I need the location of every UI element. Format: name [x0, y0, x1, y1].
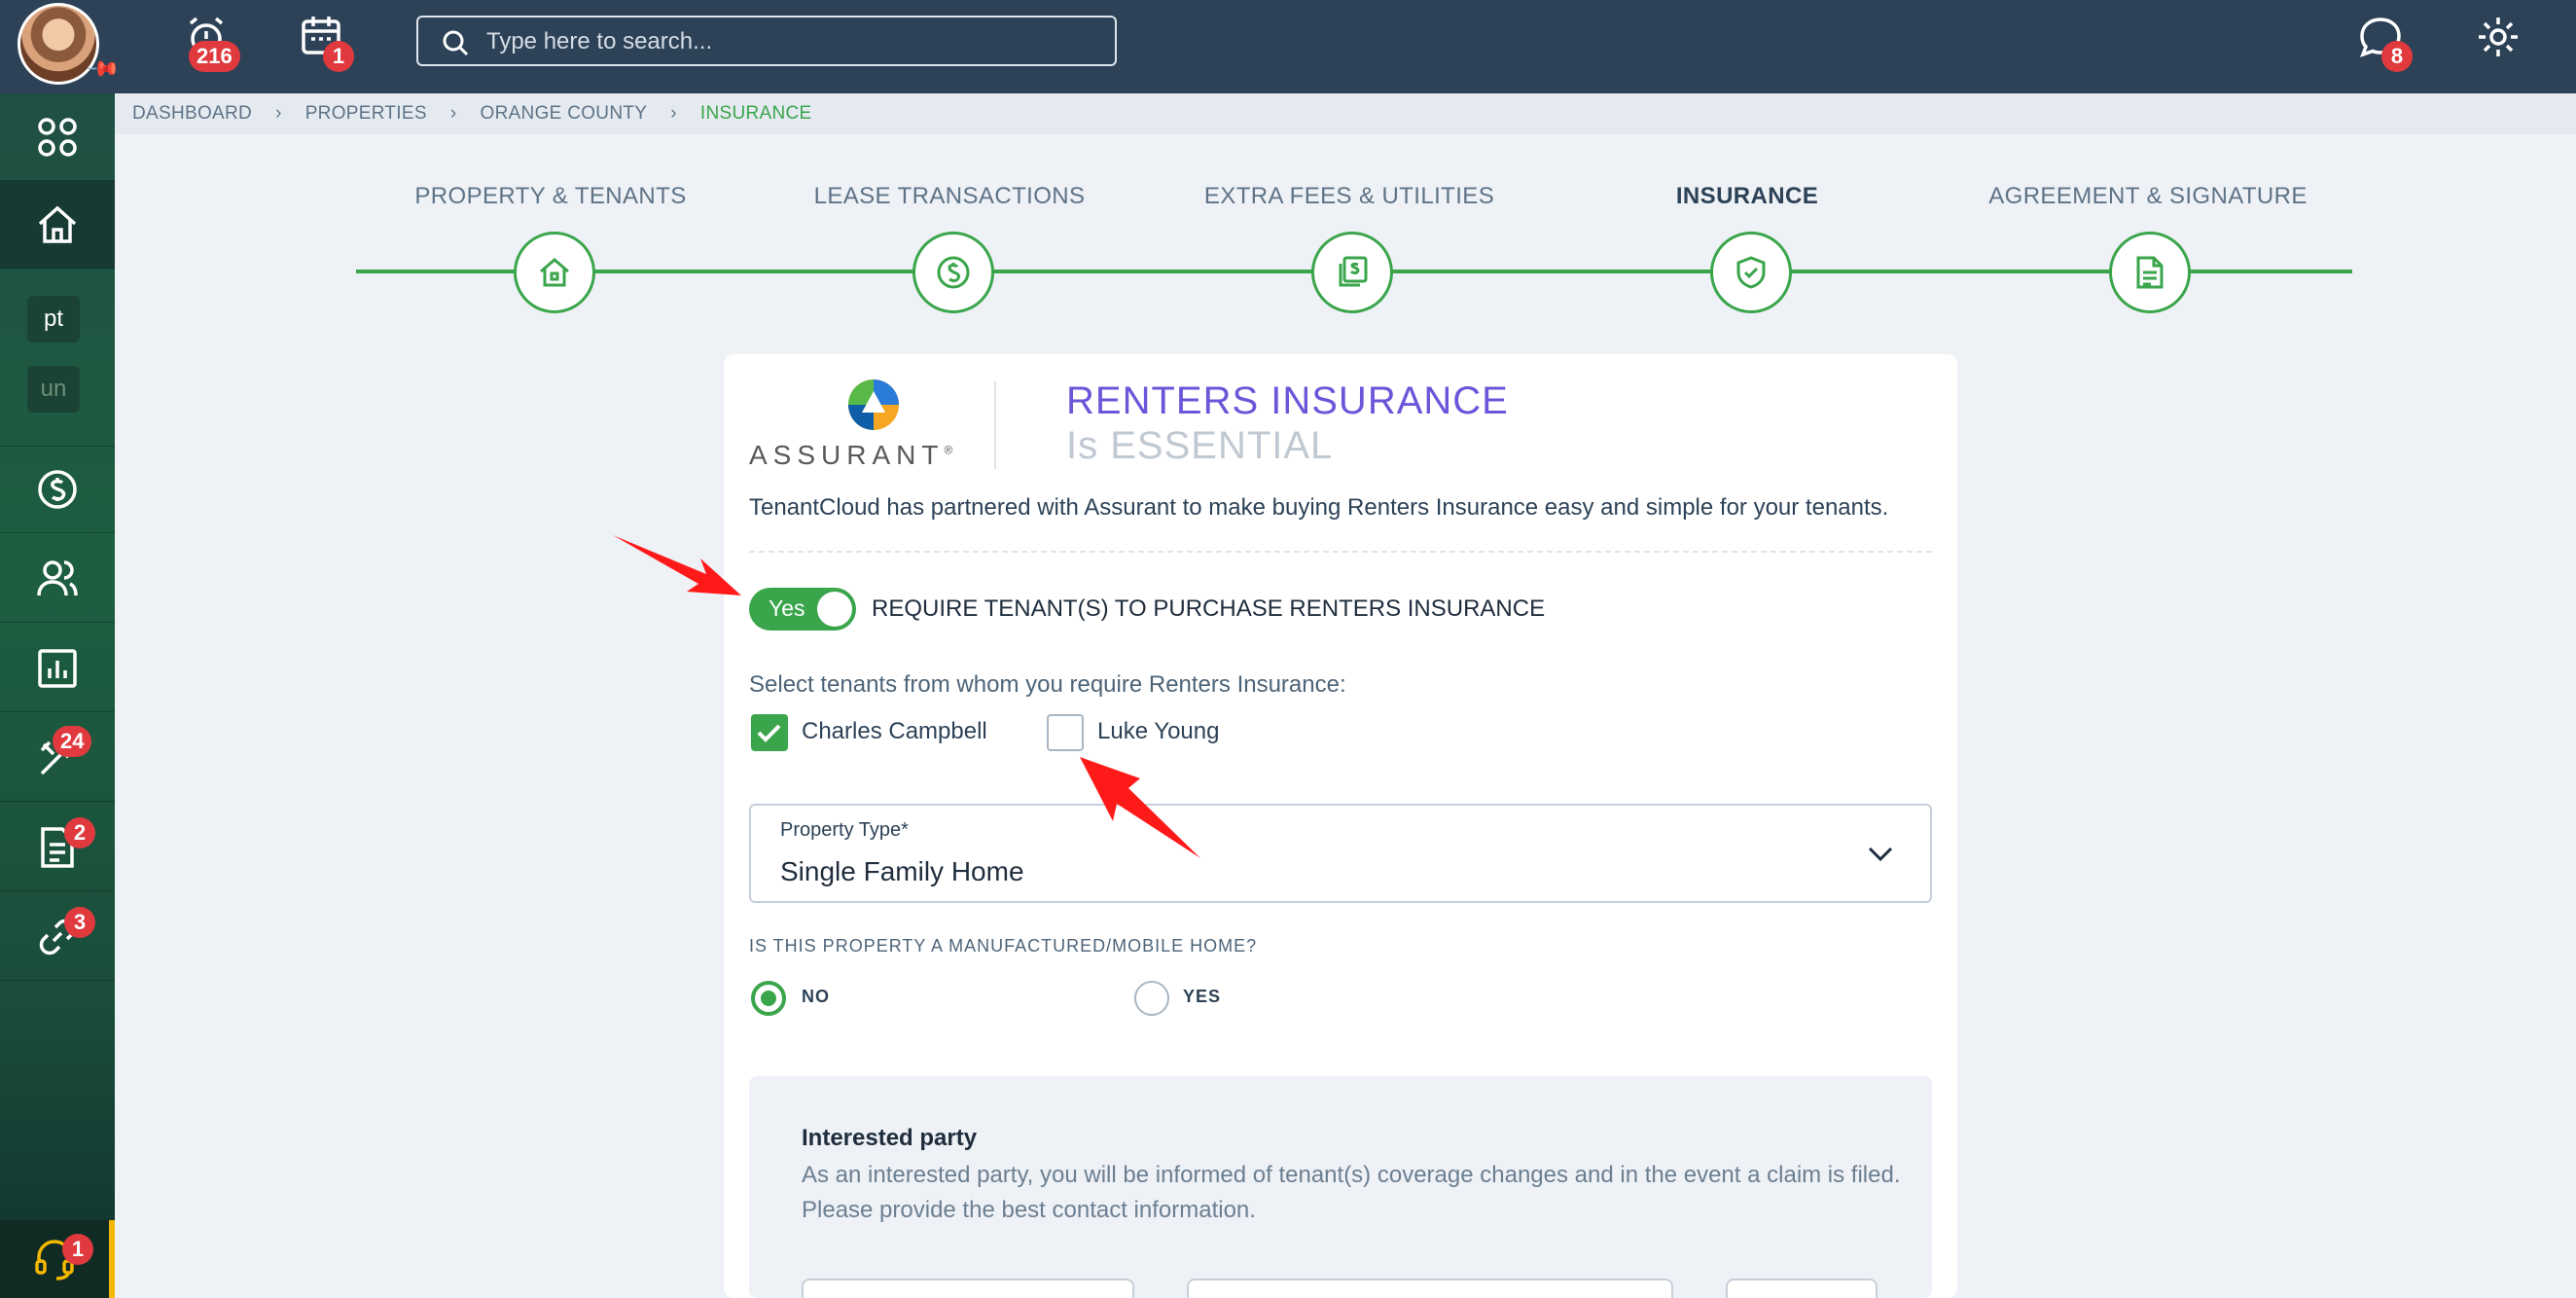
- sidebar-item-documents[interactable]: 2: [0, 804, 115, 891]
- search-box[interactable]: [416, 16, 1117, 66]
- tenant-name-luke-young[interactable]: Luke Young: [1097, 718, 1219, 745]
- documents-badge: 2: [64, 817, 95, 848]
- search-icon: [443, 30, 469, 56]
- top-bar: 📌 216 1 8: [0, 0, 2576, 93]
- assurant-logo-text: ASSURANT®: [749, 440, 953, 470]
- tenant-checkbox-charles-campbell[interactable]: [751, 714, 788, 751]
- gear-icon: [2479, 18, 2518, 56]
- interested-party-name-field[interactable]: [802, 1279, 1134, 1298]
- sidebar-item-payments[interactable]: [0, 446, 115, 533]
- checkmark-icon: [757, 724, 781, 742]
- renters-insurance-subtitle: Is ESSENTIAL: [1066, 424, 1334, 467]
- user-avatar[interactable]: [18, 3, 99, 85]
- breadcrumb-orange-county[interactable]: ORANGE COUNTY: [480, 103, 647, 125]
- bills-icon: [1339, 256, 1368, 287]
- mobile-home-radio-yes[interactable]: [1134, 981, 1169, 1016]
- interested-party-title: Interested party: [802, 1125, 978, 1151]
- renters-insurance-title: RENTERS INSURANCE: [1066, 379, 1509, 422]
- maintenance-badge: 24: [53, 726, 92, 757]
- dollar-icon: [38, 470, 77, 509]
- alerts-badge: 216: [189, 41, 240, 72]
- alerts-button[interactable]: 216: [183, 14, 240, 72]
- calendar-button[interactable]: 1: [300, 14, 354, 72]
- property-type-select[interactable]: Property Type* Single Family Home: [749, 804, 1932, 903]
- chevron-right-icon: ›: [449, 103, 457, 124]
- step-extra-fees[interactable]: [1311, 232, 1393, 313]
- step-lease-transactions[interactable]: [912, 232, 994, 313]
- toggle-knob: [817, 592, 852, 627]
- sidebar-item-reports[interactable]: [0, 625, 115, 712]
- select-tenants-label: Select tenants from whom you require Ren…: [749, 671, 1346, 698]
- support-button[interactable]: 1: [0, 1220, 115, 1298]
- tenant-name-charles-campbell[interactable]: Charles Campbell: [802, 718, 987, 745]
- calendar-badge: 1: [323, 41, 354, 72]
- assurant-logo-icon: [848, 379, 899, 430]
- sidebar-item-maintenance[interactable]: 24: [0, 714, 115, 802]
- sidebar-chip-pt[interactable]: pt: [27, 296, 80, 343]
- annotation-arrow-toggle: [613, 535, 741, 595]
- chevron-right-icon: ›: [670, 103, 677, 124]
- step-label-lease-transactions[interactable]: LEASE TRANSACTIONS: [814, 183, 1086, 210]
- step-label-property-tenants[interactable]: PROPERTY & TENANTS: [414, 183, 686, 210]
- sidebar-item-home[interactable]: [0, 181, 115, 269]
- logo-divider: [994, 381, 996, 469]
- require-insurance-toggle[interactable]: Yes: [749, 588, 856, 631]
- home-icon: [540, 258, 569, 287]
- sidebar-item-people[interactable]: [0, 535, 115, 623]
- tenant-checkbox-luke-young[interactable]: [1047, 714, 1084, 751]
- breadcrumb-insurance: INSURANCE: [699, 103, 812, 124]
- interested-party-description: As an interested party, you will be info…: [802, 1162, 1901, 1223]
- insurance-intro-text: TenantCloud has partnered with Assurant …: [749, 494, 1889, 521]
- step-insurance[interactable]: [1710, 232, 1792, 313]
- step-agreement[interactable]: [2109, 232, 2191, 313]
- interested-party-phone-field[interactable]: [1726, 1279, 1878, 1298]
- interested-party-email-field[interactable]: [1187, 1279, 1673, 1298]
- grid-icon: [38, 117, 77, 157]
- sidebar-item-links[interactable]: 3: [0, 893, 115, 981]
- messages-button[interactable]: 8: [2356, 14, 2413, 72]
- links-badge: 3: [64, 907, 95, 938]
- sidebar-chip-un[interactable]: un: [27, 366, 80, 413]
- breadcrumb: DASHBOARD › PROPERTIES › ORANGE COUNTY ›…: [115, 93, 2576, 134]
- step-label-agreement[interactable]: AGREEMENT & SIGNATURE: [1988, 183, 2308, 210]
- mobile-home-label-yes[interactable]: YES: [1183, 987, 1221, 1007]
- document-icon: [2136, 256, 2164, 289]
- mobile-home-question: IS THIS PROPERTY A MANUFACTURED/MOBILE H…: [749, 936, 1258, 955]
- property-type-label: Property Type*: [780, 819, 909, 841]
- chevron-down-icon: [1868, 847, 1893, 862]
- mobile-home-label-no[interactable]: NO: [802, 987, 830, 1007]
- chart-icon: [38, 648, 77, 688]
- require-insurance-label: REQUIRE TENANT(S) TO PURCHASE RENTERS IN…: [872, 595, 1546, 622]
- dollar-icon: [937, 256, 970, 289]
- messages-badge: 8: [2381, 41, 2413, 72]
- home-icon: [38, 205, 77, 243]
- settings-button[interactable]: [2475, 14, 2529, 68]
- step-label-insurance[interactable]: INSURANCE: [1676, 183, 1818, 210]
- shield-check-icon: [1736, 256, 1766, 289]
- section-divider: [749, 551, 1932, 553]
- property-type-value: Single Family Home: [780, 856, 1024, 886]
- sidebar-item-apps[interactable]: [0, 93, 115, 181]
- breadcrumb-dashboard[interactable]: DASHBOARD: [132, 103, 252, 125]
- toggle-label: Yes: [769, 595, 805, 621]
- breadcrumb-properties[interactable]: PROPERTIES: [305, 103, 427, 125]
- annotation-arrow-checkbox: [1080, 757, 1200, 858]
- step-property-tenants[interactable]: [514, 232, 595, 313]
- sidebar: pt un 24 2 3: [0, 93, 115, 1298]
- search-input[interactable]: [486, 25, 1099, 58]
- people-icon: [37, 559, 78, 595]
- support-badge: 1: [62, 1234, 93, 1265]
- chevron-right-icon: ›: [275, 103, 282, 124]
- mobile-home-radio-no[interactable]: [751, 981, 786, 1016]
- step-label-extra-fees[interactable]: EXTRA FEES & UTILITIES: [1204, 183, 1494, 210]
